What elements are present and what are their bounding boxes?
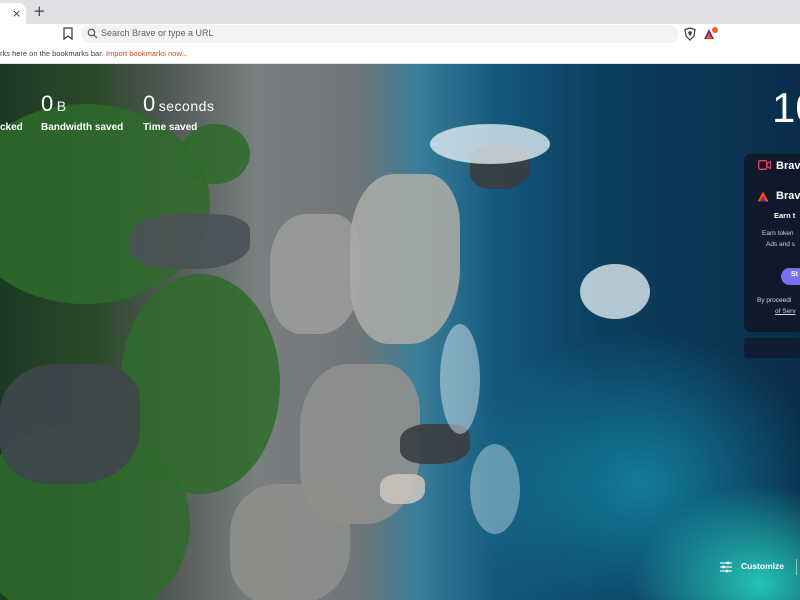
bat-triangle-icon bbox=[757, 191, 769, 202]
bandwidth-saved-value: 0B bbox=[41, 91, 67, 117]
card-body-line2: Ads and s bbox=[766, 241, 795, 248]
card-body-line1: Earn token bbox=[762, 230, 794, 237]
customize-label: Customize bbox=[741, 561, 784, 571]
bandwidth-number: 0 bbox=[41, 91, 54, 116]
browser-toolbar: Search Brave or type a URL bbox=[0, 24, 800, 44]
new-tab-page: cked 0B Bandwidth saved 0 seconds Time sa… bbox=[0, 64, 800, 600]
card-proceed-text: By proceedi bbox=[757, 297, 792, 304]
time-saved-value: 0 seconds bbox=[143, 91, 214, 117]
search-icon bbox=[87, 28, 98, 39]
address-bar-placeholder: Search Brave or type a URL bbox=[101, 28, 214, 38]
card-title-rewards: Brav bbox=[776, 190, 800, 202]
brave-rewards-icon[interactable] bbox=[703, 27, 718, 41]
tab-strip: × + bbox=[0, 0, 800, 24]
bookmarks-bar: rks here on the bookmarks bar. Import bo… bbox=[0, 44, 800, 64]
brave-shield-icon[interactable] bbox=[684, 27, 696, 41]
bandwidth-saved-label: Bandwidth saved bbox=[41, 122, 124, 133]
bandwidth-unit: B bbox=[56, 98, 67, 114]
import-bookmarks-link[interactable]: Import bookmarks now... bbox=[106, 44, 188, 63]
bookmarks-hint: rks here on the bookmarks bar. bbox=[0, 49, 104, 58]
terms-of-service-link[interactable]: of Serv bbox=[775, 308, 796, 315]
video-icon bbox=[758, 160, 771, 170]
sliders-icon bbox=[720, 561, 732, 573]
active-tab[interactable]: × bbox=[0, 3, 26, 24]
card-secondary-panel[interactable] bbox=[744, 338, 800, 358]
close-tab-icon[interactable]: × bbox=[12, 7, 21, 20]
time-unit: seconds bbox=[158, 98, 215, 114]
start-rewards-button[interactable]: St bbox=[781, 268, 800, 285]
bookmark-icon[interactable] bbox=[62, 27, 74, 40]
address-bar[interactable]: Search Brave or type a URL bbox=[81, 25, 678, 43]
trackers-blocked-label: cked bbox=[0, 122, 23, 133]
time-saved-label: Time saved bbox=[143, 122, 198, 133]
start-button-label: St bbox=[791, 271, 798, 278]
divider bbox=[796, 559, 797, 575]
brave-rewards-card: Brave Brav Earn t Earn token Ads and s S… bbox=[744, 154, 800, 332]
card-earn-heading: Earn t bbox=[774, 211, 796, 220]
time-number: 0 bbox=[143, 91, 156, 116]
new-tab-button[interactable]: + bbox=[33, 2, 46, 20]
clock: 10 bbox=[772, 84, 800, 131]
card-title-video: Brave bbox=[776, 160, 800, 172]
